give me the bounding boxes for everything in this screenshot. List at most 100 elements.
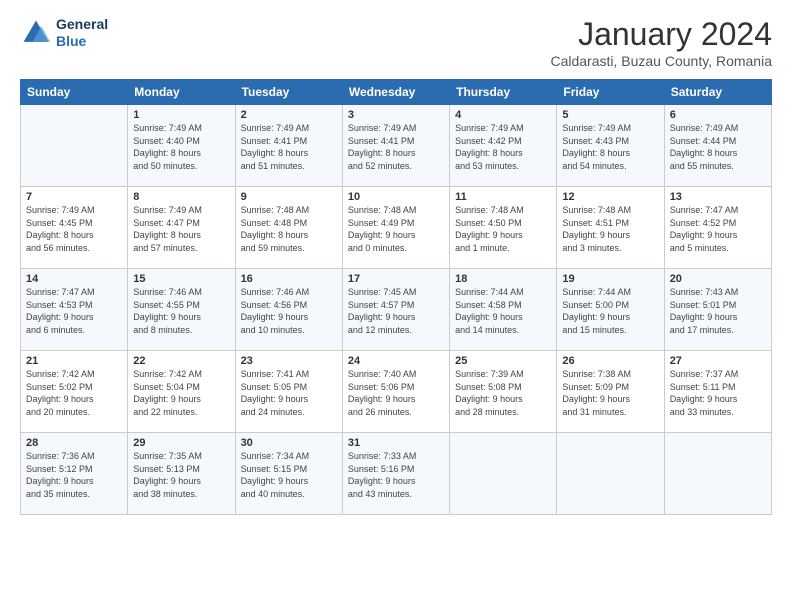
day-number: 23 (241, 355, 337, 367)
day-info: Sunrise: 7:48 AM Sunset: 4:51 PM Dayligh… (562, 204, 658, 254)
day-number: 22 (133, 355, 229, 367)
day-info: Sunrise: 7:46 AM Sunset: 4:55 PM Dayligh… (133, 286, 229, 336)
logo-text: General Blue (56, 16, 108, 50)
weekday-header: Tuesday (235, 80, 342, 105)
calendar-cell: 5Sunrise: 7:49 AM Sunset: 4:43 PM Daylig… (557, 105, 664, 187)
calendar-cell: 16Sunrise: 7:46 AM Sunset: 4:56 PM Dayli… (235, 269, 342, 351)
calendar-cell: 26Sunrise: 7:38 AM Sunset: 5:09 PM Dayli… (557, 351, 664, 433)
calendar-cell: 25Sunrise: 7:39 AM Sunset: 5:08 PM Dayli… (450, 351, 557, 433)
calendar-cell: 8Sunrise: 7:49 AM Sunset: 4:47 PM Daylig… (128, 187, 235, 269)
calendar-cell: 23Sunrise: 7:41 AM Sunset: 5:05 PM Dayli… (235, 351, 342, 433)
day-number: 3 (348, 109, 444, 121)
calendar-cell: 10Sunrise: 7:48 AM Sunset: 4:49 PM Dayli… (342, 187, 449, 269)
calendar-header: SundayMondayTuesdayWednesdayThursdayFrid… (21, 80, 772, 105)
calendar-cell: 14Sunrise: 7:47 AM Sunset: 4:53 PM Dayli… (21, 269, 128, 351)
day-info: Sunrise: 7:48 AM Sunset: 4:50 PM Dayligh… (455, 204, 551, 254)
title-block: January 2024 Caldarasti, Buzau County, R… (550, 16, 772, 69)
weekday-row: SundayMondayTuesdayWednesdayThursdayFrid… (21, 80, 772, 105)
calendar-cell: 7Sunrise: 7:49 AM Sunset: 4:45 PM Daylig… (21, 187, 128, 269)
weekday-header: Friday (557, 80, 664, 105)
day-number: 17 (348, 273, 444, 285)
day-info: Sunrise: 7:49 AM Sunset: 4:43 PM Dayligh… (562, 122, 658, 172)
day-number: 20 (670, 273, 766, 285)
calendar-cell: 11Sunrise: 7:48 AM Sunset: 4:50 PM Dayli… (450, 187, 557, 269)
logo-general: General (56, 16, 108, 32)
logo-icon (20, 17, 52, 49)
day-number: 11 (455, 191, 551, 203)
day-number: 8 (133, 191, 229, 203)
day-number: 27 (670, 355, 766, 367)
day-info: Sunrise: 7:39 AM Sunset: 5:08 PM Dayligh… (455, 368, 551, 418)
calendar-cell: 15Sunrise: 7:46 AM Sunset: 4:55 PM Dayli… (128, 269, 235, 351)
day-info: Sunrise: 7:42 AM Sunset: 5:04 PM Dayligh… (133, 368, 229, 418)
day-info: Sunrise: 7:49 AM Sunset: 4:40 PM Dayligh… (133, 122, 229, 172)
calendar-cell: 9Sunrise: 7:48 AM Sunset: 4:48 PM Daylig… (235, 187, 342, 269)
calendar-cell: 31Sunrise: 7:33 AM Sunset: 5:16 PM Dayli… (342, 433, 449, 515)
day-number: 6 (670, 109, 766, 121)
day-info: Sunrise: 7:36 AM Sunset: 5:12 PM Dayligh… (26, 450, 122, 500)
logo-blue: Blue (56, 33, 86, 49)
weekday-header: Wednesday (342, 80, 449, 105)
calendar-week-row: 14Sunrise: 7:47 AM Sunset: 4:53 PM Dayli… (21, 269, 772, 351)
day-number: 30 (241, 437, 337, 449)
weekday-header: Sunday (21, 80, 128, 105)
day-info: Sunrise: 7:44 AM Sunset: 5:00 PM Dayligh… (562, 286, 658, 336)
day-info: Sunrise: 7:47 AM Sunset: 4:53 PM Dayligh… (26, 286, 122, 336)
day-info: Sunrise: 7:49 AM Sunset: 4:47 PM Dayligh… (133, 204, 229, 254)
day-info: Sunrise: 7:44 AM Sunset: 4:58 PM Dayligh… (455, 286, 551, 336)
day-info: Sunrise: 7:33 AM Sunset: 5:16 PM Dayligh… (348, 450, 444, 500)
calendar-week-row: 1Sunrise: 7:49 AM Sunset: 4:40 PM Daylig… (21, 105, 772, 187)
day-info: Sunrise: 7:40 AM Sunset: 5:06 PM Dayligh… (348, 368, 444, 418)
calendar-title: January 2024 (550, 16, 772, 53)
day-number: 7 (26, 191, 122, 203)
calendar-cell (21, 105, 128, 187)
calendar-week-row: 7Sunrise: 7:49 AM Sunset: 4:45 PM Daylig… (21, 187, 772, 269)
calendar-cell: 21Sunrise: 7:42 AM Sunset: 5:02 PM Dayli… (21, 351, 128, 433)
calendar-cell (664, 433, 771, 515)
calendar-cell: 4Sunrise: 7:49 AM Sunset: 4:42 PM Daylig… (450, 105, 557, 187)
day-number: 26 (562, 355, 658, 367)
day-info: Sunrise: 7:48 AM Sunset: 4:49 PM Dayligh… (348, 204, 444, 254)
calendar-cell: 3Sunrise: 7:49 AM Sunset: 4:41 PM Daylig… (342, 105, 449, 187)
day-info: Sunrise: 7:47 AM Sunset: 4:52 PM Dayligh… (670, 204, 766, 254)
day-number: 10 (348, 191, 444, 203)
day-info: Sunrise: 7:46 AM Sunset: 4:56 PM Dayligh… (241, 286, 337, 336)
day-info: Sunrise: 7:37 AM Sunset: 5:11 PM Dayligh… (670, 368, 766, 418)
day-number: 4 (455, 109, 551, 121)
calendar-body: 1Sunrise: 7:49 AM Sunset: 4:40 PM Daylig… (21, 105, 772, 515)
day-number: 14 (26, 273, 122, 285)
calendar-week-row: 21Sunrise: 7:42 AM Sunset: 5:02 PM Dayli… (21, 351, 772, 433)
calendar-cell: 18Sunrise: 7:44 AM Sunset: 4:58 PM Dayli… (450, 269, 557, 351)
calendar-cell: 19Sunrise: 7:44 AM Sunset: 5:00 PM Dayli… (557, 269, 664, 351)
day-number: 19 (562, 273, 658, 285)
calendar-cell (557, 433, 664, 515)
day-info: Sunrise: 7:49 AM Sunset: 4:44 PM Dayligh… (670, 122, 766, 172)
day-number: 15 (133, 273, 229, 285)
day-number: 5 (562, 109, 658, 121)
day-number: 2 (241, 109, 337, 121)
weekday-header: Monday (128, 80, 235, 105)
day-info: Sunrise: 7:45 AM Sunset: 4:57 PM Dayligh… (348, 286, 444, 336)
day-info: Sunrise: 7:42 AM Sunset: 5:02 PM Dayligh… (26, 368, 122, 418)
day-info: Sunrise: 7:49 AM Sunset: 4:41 PM Dayligh… (241, 122, 337, 172)
weekday-header: Saturday (664, 80, 771, 105)
day-number: 18 (455, 273, 551, 285)
logo: General Blue (20, 16, 108, 50)
day-info: Sunrise: 7:43 AM Sunset: 5:01 PM Dayligh… (670, 286, 766, 336)
calendar-cell: 2Sunrise: 7:49 AM Sunset: 4:41 PM Daylig… (235, 105, 342, 187)
day-number: 28 (26, 437, 122, 449)
day-info: Sunrise: 7:49 AM Sunset: 4:45 PM Dayligh… (26, 204, 122, 254)
day-number: 31 (348, 437, 444, 449)
calendar-cell: 24Sunrise: 7:40 AM Sunset: 5:06 PM Dayli… (342, 351, 449, 433)
day-info: Sunrise: 7:34 AM Sunset: 5:15 PM Dayligh… (241, 450, 337, 500)
calendar-cell: 13Sunrise: 7:47 AM Sunset: 4:52 PM Dayli… (664, 187, 771, 269)
calendar-subtitle: Caldarasti, Buzau County, Romania (550, 53, 772, 69)
calendar-cell: 12Sunrise: 7:48 AM Sunset: 4:51 PM Dayli… (557, 187, 664, 269)
calendar-cell: 6Sunrise: 7:49 AM Sunset: 4:44 PM Daylig… (664, 105, 771, 187)
day-info: Sunrise: 7:49 AM Sunset: 4:42 PM Dayligh… (455, 122, 551, 172)
calendar-cell: 28Sunrise: 7:36 AM Sunset: 5:12 PM Dayli… (21, 433, 128, 515)
calendar-cell: 30Sunrise: 7:34 AM Sunset: 5:15 PM Dayli… (235, 433, 342, 515)
weekday-header: Thursday (450, 80, 557, 105)
calendar-cell: 20Sunrise: 7:43 AM Sunset: 5:01 PM Dayli… (664, 269, 771, 351)
day-number: 24 (348, 355, 444, 367)
